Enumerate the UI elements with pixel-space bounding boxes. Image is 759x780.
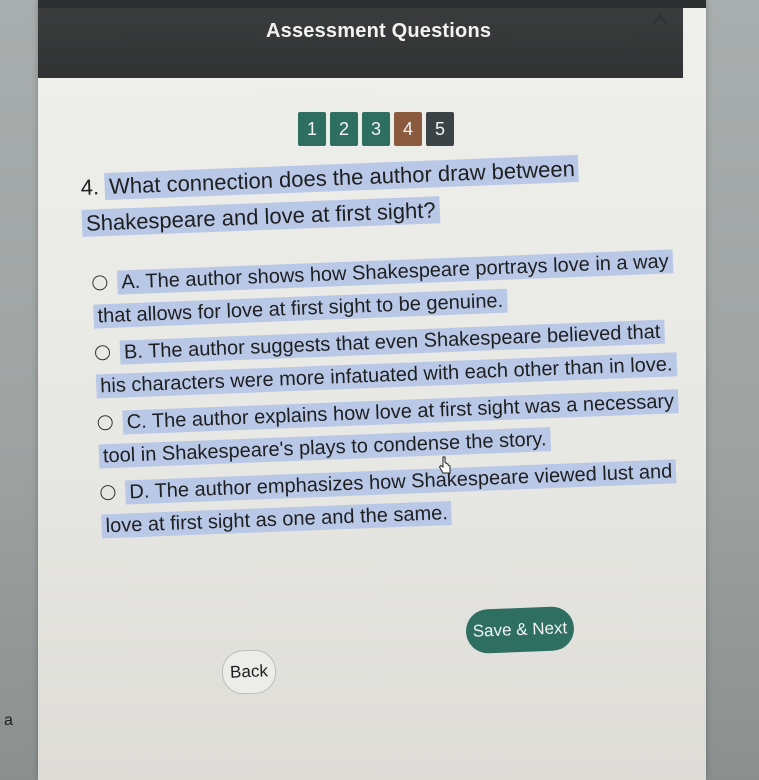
question-prompt: 4. What connection does the author draw … bbox=[80, 147, 682, 242]
page-button-1[interactable]: 1 bbox=[298, 112, 326, 146]
radio-icon[interactable] bbox=[100, 484, 116, 501]
answer-options: A. The author shows how Shakespeare port… bbox=[84, 245, 694, 544]
question-number: 4. bbox=[80, 174, 100, 200]
question-area: 4. What connection does the author draw … bbox=[80, 147, 694, 548]
save-next-button[interactable]: Save & Next bbox=[465, 605, 575, 655]
option-label: C. The author explains how love at first… bbox=[98, 389, 679, 469]
option-label: A. The author shows how Shakespeare port… bbox=[93, 249, 674, 329]
back-button[interactable]: Back bbox=[221, 648, 277, 696]
option-label: B. The author suggests that even Shakesp… bbox=[95, 319, 677, 399]
option-label: D. The author emphasizes how Shakespeare… bbox=[101, 459, 677, 539]
photo-scene: Assessment Questions 1 2 3 4 5 4. What c… bbox=[0, 0, 759, 780]
page-button-4[interactable]: 4 bbox=[394, 112, 422, 146]
radio-icon[interactable] bbox=[94, 344, 111, 361]
hand-cursor-icon bbox=[438, 456, 452, 478]
question-text: What connection does the author draw bet… bbox=[81, 154, 580, 237]
page-button-5[interactable]: 5 bbox=[426, 112, 454, 146]
assessment-panel: Assessment Questions 1 2 3 4 5 4. What c… bbox=[38, 0, 706, 780]
top-strip bbox=[38, 0, 706, 8]
question-pager: 1 2 3 4 5 bbox=[298, 112, 454, 146]
page-button-2[interactable]: 2 bbox=[330, 112, 358, 146]
background-letter: a bbox=[4, 712, 13, 729]
radio-icon[interactable] bbox=[97, 414, 114, 431]
page-title: Assessment Questions bbox=[266, 20, 492, 42]
page-button-3[interactable]: 3 bbox=[362, 112, 390, 146]
header-bar: Assessment Questions bbox=[38, 8, 683, 78]
radio-icon[interactable] bbox=[92, 275, 108, 291]
chevron-up-icon[interactable] bbox=[648, 8, 672, 28]
